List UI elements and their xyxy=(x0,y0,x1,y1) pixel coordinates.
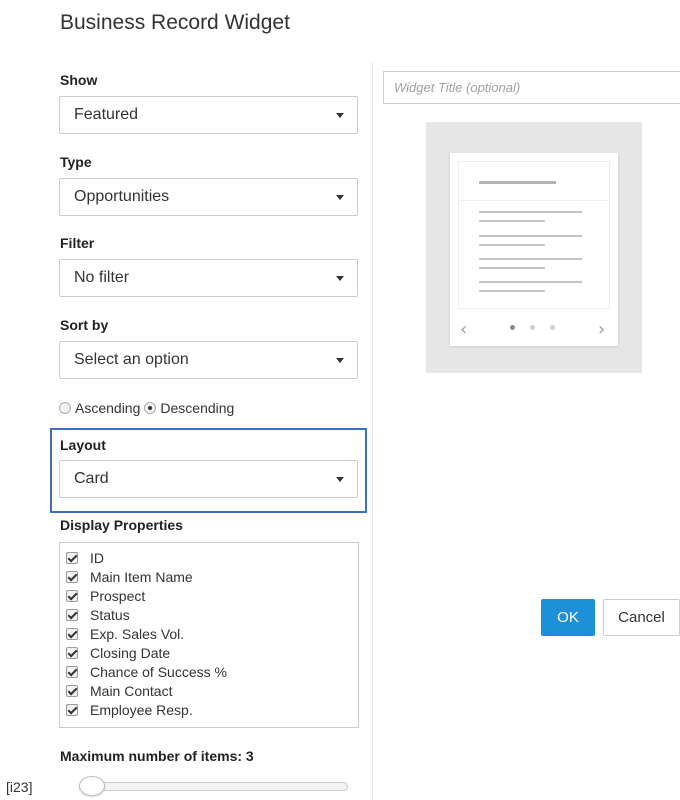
cancel-button[interactable]: Cancel xyxy=(603,599,680,636)
property-item[interactable]: Main Item Name xyxy=(66,568,193,586)
property-checkbox[interactable] xyxy=(66,609,78,621)
property-item[interactable]: Closing Date xyxy=(66,644,170,662)
property-checkbox[interactable] xyxy=(66,552,78,564)
show-select[interactable]: Featured xyxy=(59,96,358,134)
property-item[interactable]: ID xyxy=(66,549,104,567)
card-preview-content xyxy=(458,161,610,309)
property-label: Main Contact xyxy=(90,683,173,699)
preview-text-line xyxy=(479,267,545,269)
property-item[interactable]: Status xyxy=(66,606,130,624)
type-label: Type xyxy=(60,154,92,170)
chevron-down-icon xyxy=(336,112,344,118)
sort-by-select[interactable]: Select an option xyxy=(59,341,358,379)
property-label: Exp. Sales Vol. xyxy=(90,626,185,642)
settings-panel: Show Featured Type Opportunities Filter … xyxy=(0,0,372,800)
preview-text-line xyxy=(479,290,545,292)
sort-order-group: Ascending Descending xyxy=(59,398,238,418)
carousel-dot xyxy=(530,325,535,330)
display-properties-label: Display Properties xyxy=(60,517,183,533)
property-item[interactable]: Prospect xyxy=(66,587,145,605)
property-label: Main Item Name xyxy=(90,569,193,585)
max-items-slider-handle[interactable] xyxy=(79,776,105,796)
preview-divider xyxy=(459,200,609,201)
display-properties-list: ID Main Item Name Prospect Status Exp. S… xyxy=(59,542,359,728)
filter-select[interactable]: No filter xyxy=(59,259,358,297)
panel-divider xyxy=(372,62,373,800)
preview-text-line xyxy=(479,244,545,246)
property-checkbox[interactable] xyxy=(66,628,78,640)
widget-title-input[interactable] xyxy=(383,71,680,104)
property-item[interactable]: Main Contact xyxy=(66,682,172,700)
preview-title-line xyxy=(479,181,556,184)
show-select-value: Featured xyxy=(74,106,139,123)
property-label: Prospect xyxy=(90,588,146,604)
ascending-radio[interactable] xyxy=(59,402,71,414)
show-label: Show xyxy=(60,72,98,88)
property-label: Closing Date xyxy=(90,645,171,661)
descending-radio[interactable] xyxy=(144,402,157,414)
type-select-value: Opportunities xyxy=(74,188,170,205)
max-items-label: Maximum number of items: 3 xyxy=(60,748,254,764)
layout-label: Layout xyxy=(60,437,106,453)
property-label: Status xyxy=(90,607,130,623)
property-item[interactable]: Employee Resp. xyxy=(66,701,193,719)
property-item[interactable]: Chance of Success % xyxy=(66,663,227,681)
chevron-down-icon xyxy=(336,357,344,363)
preview-text-line xyxy=(479,281,582,283)
chevron-down-icon xyxy=(336,194,344,200)
descending-radio-label[interactable]: Descending xyxy=(160,400,234,416)
chevron-left-icon: ‹ xyxy=(460,319,468,340)
property-checkbox[interactable] xyxy=(66,590,78,602)
preview-text-line xyxy=(479,220,545,222)
property-checkbox[interactable] xyxy=(66,666,78,678)
carousel-dot xyxy=(510,325,515,330)
preview-text-line xyxy=(479,258,582,260)
layout-select[interactable]: Card xyxy=(59,460,358,498)
chevron-right-icon: › xyxy=(598,319,606,340)
preview-text-line xyxy=(479,211,582,213)
card-preview: ‹ › xyxy=(450,153,618,346)
property-checkbox[interactable] xyxy=(66,571,78,583)
property-label: ID xyxy=(90,550,104,566)
max-items-slider-track[interactable] xyxy=(84,782,348,791)
type-select[interactable]: Opportunities xyxy=(59,178,358,216)
carousel-dot xyxy=(550,325,555,330)
preview-text-line xyxy=(479,235,582,237)
filter-select-value: No filter xyxy=(74,269,130,286)
layout-select-value: Card xyxy=(74,470,109,487)
sort-by-label: Sort by xyxy=(60,317,109,333)
property-checkbox[interactable] xyxy=(66,647,78,659)
sort-by-select-value: Select an option xyxy=(74,351,189,368)
property-checkbox[interactable] xyxy=(66,685,78,697)
property-label: Chance of Success % xyxy=(90,664,227,680)
ok-button[interactable]: OK xyxy=(541,599,595,636)
property-label: Employee Resp. xyxy=(90,702,193,718)
property-checkbox[interactable] xyxy=(66,704,78,716)
property-item[interactable]: Exp. Sales Vol. xyxy=(66,625,184,643)
filter-label: Filter xyxy=(60,235,95,251)
chevron-down-icon xyxy=(336,275,344,281)
ascending-radio-label[interactable]: Ascending xyxy=(75,400,140,416)
corner-tag: [i23] xyxy=(6,779,33,795)
chevron-down-icon xyxy=(336,476,344,482)
